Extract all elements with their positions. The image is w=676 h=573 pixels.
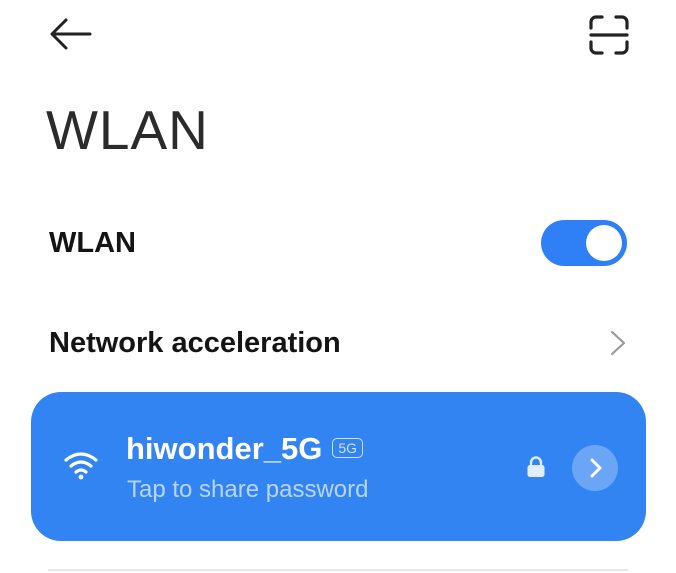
share-password-hint: Tap to share password bbox=[127, 476, 369, 503]
network-acceleration-row[interactable]: Network acceleration bbox=[0, 298, 676, 388]
arrow-left-icon bbox=[50, 18, 92, 50]
connected-network-card[interactable]: hiwonder_5G 5G Tap to share password bbox=[31, 392, 646, 541]
network-details-button[interactable] bbox=[572, 445, 618, 491]
chevron-right-icon bbox=[610, 330, 626, 356]
toggle-knob bbox=[586, 225, 622, 261]
wlan-settings-page: WLAN WLAN Network acceleration hiwonder_… bbox=[0, 0, 676, 573]
back-button[interactable] bbox=[48, 14, 92, 54]
qr-scan-icon bbox=[589, 15, 629, 55]
wlan-toggle-switch[interactable] bbox=[541, 220, 627, 266]
wlan-label: WLAN bbox=[49, 226, 136, 259]
scan-button[interactable] bbox=[586, 12, 632, 58]
network-ssid: hiwonder_5G 5G bbox=[126, 430, 364, 468]
band-badge: 5G bbox=[332, 438, 364, 458]
wifi-signal-icon bbox=[64, 452, 98, 480]
network-ssid-text: hiwonder_5G bbox=[126, 431, 323, 466]
chevron-right-icon bbox=[590, 458, 602, 478]
network-acceleration-label: Network acceleration bbox=[49, 326, 341, 359]
divider bbox=[48, 569, 628, 571]
page-title: WLAN bbox=[46, 99, 209, 161]
lock-icon bbox=[527, 456, 545, 477]
wlan-toggle-row[interactable]: WLAN bbox=[0, 198, 676, 288]
